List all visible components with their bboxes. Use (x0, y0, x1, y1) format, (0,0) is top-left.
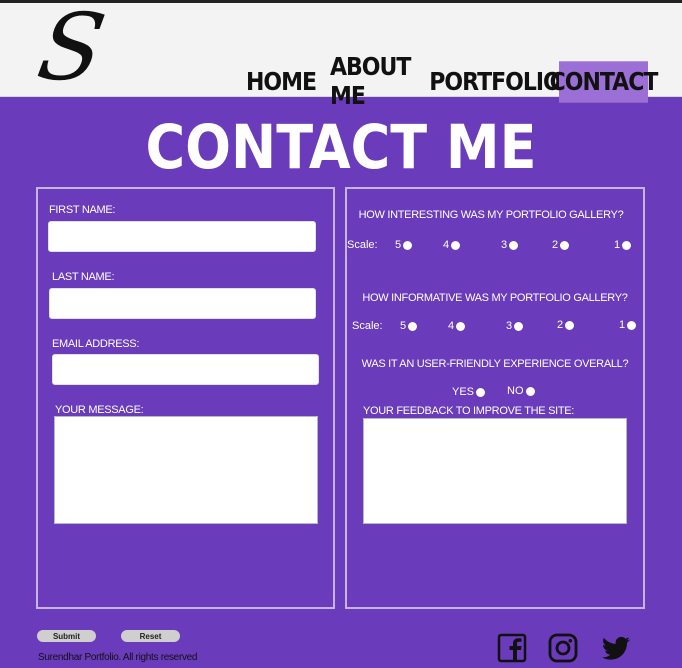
q2-radio-3[interactable] (514, 321, 524, 331)
q1-option-5-label: 5 (395, 239, 402, 251)
q2-option-5[interactable]: 5 (400, 320, 418, 332)
q1-option-3-label: 3 (501, 239, 508, 251)
footer-copyright: Surendhar Portfolio. All rights reserved (38, 652, 198, 663)
q2-option-4-label: 4 (448, 320, 455, 332)
q1-radio-4[interactable] (451, 240, 461, 250)
no-radio[interactable] (525, 386, 535, 396)
feedback-textarea[interactable] (363, 418, 627, 524)
q2-option-3-label: 3 (506, 320, 513, 332)
q2-option-2[interactable]: 2 (557, 319, 575, 331)
feedback-label: YOUR FEEDBACK TO IMPROVE THE SITE: (363, 405, 575, 417)
q2-radio-2[interactable] (565, 320, 575, 330)
q1-option-2-label: 2 (552, 239, 559, 251)
yes-label: YES (452, 386, 475, 398)
nav-about-me[interactable]: ABOUT ME (330, 53, 422, 110)
message-textarea[interactable] (54, 416, 318, 524)
logo-letter: S (30, 0, 113, 101)
q2-option-1[interactable]: 1 (619, 319, 637, 331)
q2-radio-4[interactable] (456, 321, 466, 331)
page-title: CONTACT ME (145, 112, 537, 183)
q1-radio-1[interactable] (622, 240, 632, 250)
first-name-label: FIRST NAME: (49, 204, 116, 216)
nav-home[interactable]: HOME (246, 61, 317, 102)
reset-button[interactable]: Reset (121, 630, 180, 642)
q1-option-4-label: 4 (443, 239, 450, 251)
facebook-icon[interactable] (497, 633, 527, 663)
nav-portfolio[interactable]: PORTFOLIO (429, 61, 561, 102)
q2-option-5-label: 5 (400, 320, 407, 332)
yes-radio[interactable] (476, 387, 486, 397)
email-field[interactable] (52, 354, 319, 385)
no-option[interactable]: NO (507, 385, 535, 397)
message-label: YOUR MESSAGE: (55, 404, 144, 416)
q1-option-4[interactable]: 4 (443, 239, 461, 251)
q1-option-1[interactable]: 1 (614, 239, 632, 251)
nav-contact[interactable]: CONTACT (550, 61, 658, 103)
q1-option-1-label: 1 (614, 239, 621, 251)
scale-label: Scale: (347, 239, 378, 251)
q1-option-5[interactable]: 5 (395, 239, 413, 251)
question-user-friendly: WAS IT AN USER-FRIENDLY EXPERIENCE OVERA… (361, 358, 629, 370)
question-interesting: HOW INTERESTING WAS MY PORTFOLIO GALLERY… (358, 209, 624, 221)
submit-button[interactable]: Submit (37, 630, 96, 642)
q1-radio-2[interactable] (560, 240, 570, 250)
q2-option-2-label: 2 (557, 319, 564, 331)
q2-radio-1[interactable] (627, 320, 637, 330)
first-name-field[interactable] (48, 221, 316, 252)
last-name-label: LAST NAME: (52, 271, 115, 283)
email-label: EMAIL ADDRESS: (52, 338, 140, 350)
yes-option[interactable]: YES (452, 386, 486, 398)
q1-option-3[interactable]: 3 (501, 239, 519, 251)
survey-panel (345, 187, 645, 609)
q2-radio-5[interactable] (408, 321, 418, 331)
header: S HOME ABOUT ME PORTFOLIO CONTACT (0, 0, 682, 111)
instagram-icon[interactable] (548, 633, 578, 663)
q1-radio-3[interactable] (509, 240, 519, 250)
question-informative: HOW INFORMATIVE WAS MY PORTFOLIO GALLERY… (362, 292, 628, 304)
logo[interactable]: S (31, 0, 124, 101)
last-name-field[interactable] (49, 288, 316, 319)
q1-option-2[interactable]: 2 (552, 239, 570, 251)
q1-radio-5[interactable] (403, 240, 413, 250)
twitter-icon[interactable] (600, 633, 632, 663)
q2-option-4[interactable]: 4 (448, 320, 466, 332)
scale-label-2: Scale: (352, 320, 383, 332)
q2-option-3[interactable]: 3 (506, 320, 524, 332)
q2-option-1-label: 1 (619, 319, 626, 331)
no-label: NO (507, 385, 524, 397)
